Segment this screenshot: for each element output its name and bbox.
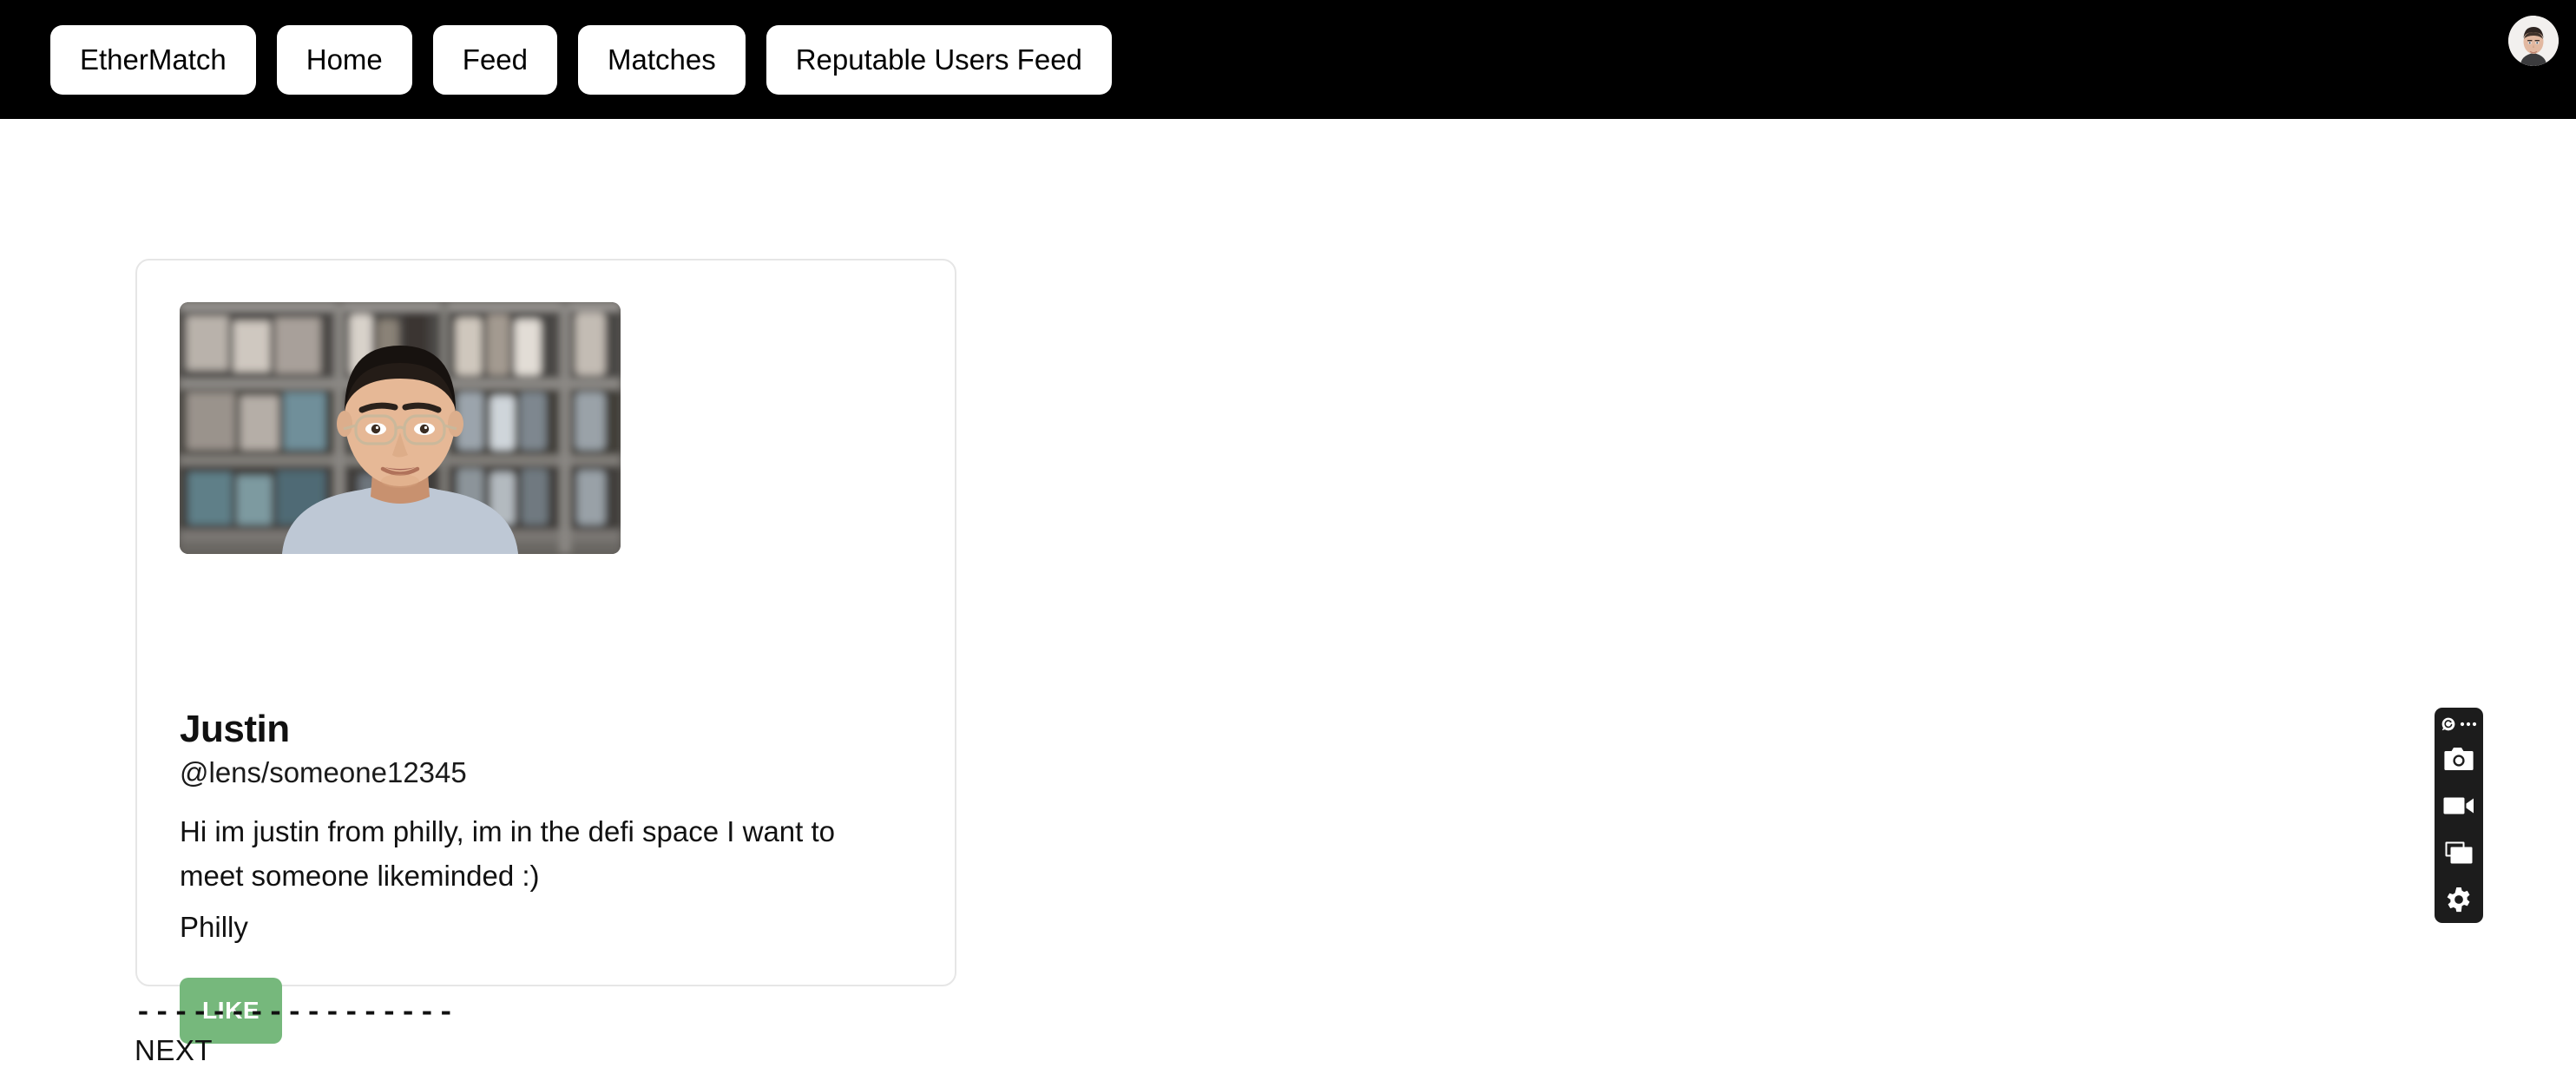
recorder-logo-icon xyxy=(2441,716,2456,732)
nav-button-feed[interactable]: Feed xyxy=(432,24,557,95)
profile-name: Justin xyxy=(180,708,290,750)
video-camera-icon xyxy=(2443,795,2474,816)
more-options-icon[interactable] xyxy=(2460,721,2477,728)
nav-button-ethermatch[interactable]: EtherMatch xyxy=(50,24,256,95)
profile-photo-image xyxy=(180,302,621,554)
settings-button[interactable] xyxy=(2435,876,2483,923)
nav-button-reputable-users-feed[interactable]: Reputable Users Feed xyxy=(766,24,1112,95)
user-avatar-icon[interactable] xyxy=(2508,16,2559,66)
record-video-button[interactable] xyxy=(2435,782,2483,829)
gear-icon xyxy=(2446,887,2472,913)
separator-dashes: ----------------- xyxy=(135,997,457,1029)
screen-recorder-toolbar xyxy=(2435,708,2483,923)
profile-location: Philly xyxy=(180,911,248,943)
window-capture-icon xyxy=(2445,841,2473,864)
screenshot-button[interactable] xyxy=(2435,735,2483,782)
top-navigation-bar: EtherMatch Home Feed Matches Reputable U… xyxy=(0,0,2576,119)
main-content-area: Justin @lens/someone12345 Hi im justin f… xyxy=(0,119,2576,1066)
profile-handle: @lens/someone12345 xyxy=(180,756,467,788)
nav-button-home[interactable]: Home xyxy=(276,24,412,95)
profile-card: Justin @lens/someone12345 Hi im justin f… xyxy=(135,259,956,1044)
nav-button-matches[interactable]: Matches xyxy=(578,24,746,95)
profile-bio: Hi im justin from philly, im in the defi… xyxy=(180,815,836,893)
camera-icon xyxy=(2444,747,2474,771)
recorder-header-row[interactable] xyxy=(2435,712,2483,735)
capture-window-button[interactable] xyxy=(2435,829,2483,876)
next-button[interactable]: NEXT xyxy=(135,1033,213,1068)
